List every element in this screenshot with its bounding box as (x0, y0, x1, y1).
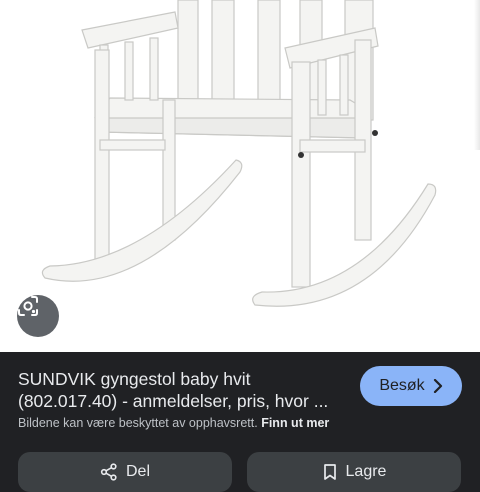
lens-button[interactable] (17, 295, 59, 337)
visit-button-label: Besøk (379, 377, 425, 394)
share-button-label: Del (125, 463, 150, 480)
result-title-line-1: SUNDVIK gyngestol baby hvit (18, 369, 251, 389)
save-button[interactable]: Lagre (247, 452, 461, 492)
rocking-chair-image (41, 0, 437, 307)
share-button[interactable]: Del (18, 452, 232, 492)
result-image[interactable] (0, 0, 480, 352)
result-info-panel: SUNDVIK gyngestol baby hvit (802.017.40)… (0, 352, 480, 492)
chevron-right-icon (433, 379, 442, 393)
visit-button[interactable]: Besøk (360, 366, 462, 406)
share-icon (100, 463, 117, 481)
save-button-label: Lagre (345, 463, 387, 480)
bookmark-icon (323, 464, 336, 480)
scrollbar[interactable] (474, 0, 480, 150)
copyright-text: Bildene kan være beskyttet av opphavsret… (18, 416, 258, 430)
result-title[interactable]: SUNDVIK gyngestol baby hvit (802.017.40)… (18, 368, 356, 412)
result-title-line-2: (802.017.40) - anmeldelser, pris, hvor .… (18, 391, 329, 411)
copyright-notice: Bildene kan være beskyttet av opphavsret… (18, 416, 329, 430)
learn-more-link[interactable]: Finn ut mer (261, 416, 329, 430)
lens-icon (18, 296, 38, 316)
